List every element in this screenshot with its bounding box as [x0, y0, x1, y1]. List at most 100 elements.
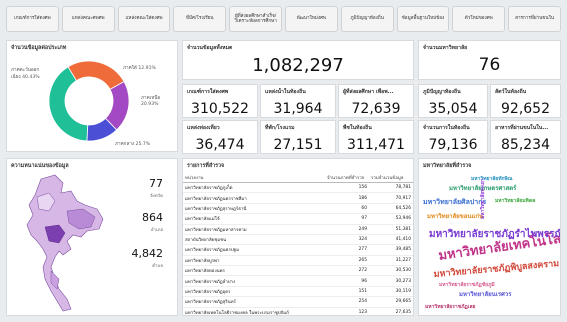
kpi-label-10: อาหารที่ผ่านขนในใน...	[495, 125, 549, 131]
table-header-row: หน่วยงาน จำนวนภาคที่สำรวจ รวมจำนวนข้อมูล	[183, 173, 413, 183]
word-cloud-word[interactable]: มหาวิทยาลัยศิลปากร	[423, 197, 486, 208]
table-row[interactable]: มหาวิทยาลัยเทคโนโลยีราชมงคล ในพระบรมราชู…	[183, 307, 413, 315]
cell-total: 30,119	[369, 286, 413, 298]
cell-total: 29,665	[369, 296, 413, 308]
kpi-card-9: จำนวนการในท้องถิ่น 79,136	[418, 120, 488, 154]
university-count-label: จำนวนมหาวิทยาลัย	[423, 45, 468, 51]
kpi-label-5: สัตว์ในท้องถิ่น	[495, 89, 527, 95]
tab-5[interactable]: ผู้ที่ส่งผลศึกษาสำเร็จ/วิเคราะห์ผลการศึก…	[229, 6, 282, 32]
kpi-label-8: พืชในท้องถิ่น	[343, 125, 372, 131]
cell-total: 27,635	[369, 307, 413, 315]
table-row[interactable]: มหาวิทยาลัยราชภัฏอุดร 151 30,119	[183, 286, 413, 298]
kpi-label-1: เกณฑ์การใส่ตงศพ	[187, 89, 229, 95]
word-cloud-word[interactable]: มหาวิทยาลัยนเรศวร	[459, 289, 511, 299]
word-cloud-word[interactable]: มหาวิทยาลัยทักษิณ	[471, 175, 513, 183]
cell-total: 70,917	[369, 192, 413, 204]
cell-org: มหาวิทยาลัยราชภัฏมหาสารคาม	[183, 224, 325, 235]
total-card: จำนวนข้อมูลทั้งหมด 1,082,297	[182, 40, 414, 80]
district-label: อำเภอ	[150, 228, 163, 233]
word-cloud-word[interactable]: มหาวิทยาลัยพะเยา	[479, 178, 487, 219]
kpi-card-8: พืชในท้องถิ่น 311,471	[338, 120, 414, 154]
map-card: ความหนาแน่นของข้อมูล 77 จังหวัด 864 อำเภ…	[6, 158, 178, 316]
table-row[interactable]: มหาวิทยาลัยราชภัฏนครปฐม 277 39,485	[183, 244, 413, 256]
tab-2[interactable]: แหล่งคณะศพศพ	[61, 6, 115, 32]
cell-org: มหาวิทยาลัยราชภัฏสุรินทร์	[183, 296, 325, 308]
table-row[interactable]: มหาวิทยาลัยราชภัฏลำปาง 96 30,273	[183, 275, 413, 287]
col-header-areas[interactable]: จำนวนภาคที่สำรวจ	[325, 173, 369, 183]
district-count: 864	[142, 211, 163, 224]
tab-3[interactable]: แหล่งคณะใส่ตงศพ	[117, 6, 171, 32]
survey-table-title: รายการที่สำรวจ	[187, 163, 225, 169]
tab-4[interactable]: ที่มีศ/โรงเรียน	[173, 6, 227, 32]
donut-label-ne: ภาคตะวันออกเฉียง 40.43%	[11, 68, 40, 80]
cell-total: 30,273	[369, 275, 413, 287]
word-cloud-word[interactable]: มหาวิทยาลัยราชภัฏชัยภูมิ	[439, 281, 495, 289]
donut-label-central: ภาคกลาง 25.7%	[115, 142, 151, 147]
cell-total: 30,530	[369, 265, 413, 277]
col-header-org[interactable]: หน่วยงาน	[183, 173, 325, 183]
survey-table: หน่วยงาน จำนวนภาคที่สำรวจ รวมจำนวนข้อมูล…	[183, 173, 413, 315]
cell-areas: 96	[325, 275, 369, 287]
kpi-value-10: 85,234	[501, 137, 550, 153]
university-count-value: 76	[478, 55, 501, 75]
cell-areas: 277	[325, 244, 369, 256]
tab-bar: เกณฑ์การใส่ตงศพ แหล่งคณะศพศพ แหล่งคณะใส่…	[6, 6, 561, 32]
cell-areas: 156	[325, 182, 369, 194]
province-label: จังหวัด	[150, 194, 163, 199]
table-row[interactable]: มหาวิทยาลัยราชภัฏนครราชสีมา 186 70,917	[183, 192, 413, 204]
donut-card: จำนวนข้อมูลต่อประเภท ภาคตะวันออกเฉียง 40…	[6, 40, 178, 152]
cell-org: มหาวิทยาลัยราชภัฏสุราษฎร์ธานี	[183, 203, 325, 215]
donut-label-north: ภาคเหนือ 20.93%	[141, 96, 161, 107]
kpi-value-6: 36,474	[195, 137, 245, 153]
cell-org: มหาวิทยาลัยราชภัฏอุดร	[183, 286, 325, 298]
cell-areas: 186	[325, 192, 369, 204]
word-cloud-word[interactable]: มหาวิทยาลัยราชภัฏรำไพพรรณี	[429, 227, 560, 242]
kpi-value-7: 27,151	[273, 137, 323, 153]
word-cloud-word[interactable]: มหาวิทยาลัยขอนแก่น	[427, 211, 483, 221]
cell-total: 78,781	[369, 182, 413, 194]
cell-areas: 60	[325, 203, 369, 215]
cell-total: 53,946	[369, 213, 413, 225]
table-row[interactable]: มหาวิทยาลัยทองนคร 272 30,530	[183, 265, 413, 277]
cell-areas: 272	[325, 265, 369, 277]
donut-slice[interactable]	[67, 60, 125, 90]
cell-areas: 254	[325, 296, 369, 308]
table-row[interactable]: มหาวิทยาลัยบูรพา 265 31,227	[183, 255, 413, 267]
kpi-card-5: สัตว์ในท้องถิ่น 92,652	[490, 84, 561, 118]
col-header-total[interactable]: รวมจำนวนข้อมูล	[369, 173, 413, 183]
cell-total: 51,381	[369, 224, 413, 235]
kpi-card-7: ที่พัก/โรงแรม 27,151	[260, 120, 336, 154]
tab-7[interactable]: ภูมิปัญญาท้องถิ่น	[340, 6, 394, 32]
cell-org: มหาวิทยาลัยราชภัฏนครปฐม	[183, 244, 325, 256]
kpi-card-2: แหล่งน้ำในท้องถิ่น 31,964	[260, 84, 336, 118]
donut-title: จำนวนข้อมูลต่อประเภท	[11, 45, 67, 51]
tab-10[interactable]: สารการที่ผ่านขนใน	[508, 6, 561, 32]
donut-label-south: ภาคใต้ 12.91%	[123, 66, 156, 71]
cell-total: 41,410	[369, 234, 413, 246]
table-row[interactable]: มหาวิทยาลัยราชภัฏสุรินทร์ 254 29,665	[183, 296, 413, 308]
cell-org: มหาวิทยาลัยบูรพา	[183, 255, 325, 267]
table-row[interactable]: มหาวิทยาลัยราชภัฏสุราษฎร์ธานี 60 64,526	[183, 203, 413, 215]
table-row[interactable]: มหาวิทยาลัยราชภัฏมหาสารคาม 249 51,381	[183, 224, 413, 235]
table-row[interactable]: สถาบันวิทยาลัยชุมชน 324 41,410	[183, 234, 413, 246]
kpi-card-1: เกณฑ์การใส่ตงศพ 310,522	[182, 84, 258, 118]
kpi-value-2: 31,964	[273, 101, 323, 117]
tab-6[interactable]: พัฒนาใหม่งศพ	[284, 6, 338, 32]
kpi-value-3: 72,639	[351, 101, 401, 117]
table-row[interactable]: มหาวิทยาลัยแม่โจ้ 97 53,946	[183, 213, 413, 225]
kpi-value-1: 310,522	[191, 101, 249, 117]
word-cloud-word[interactable]: มหาวิทยาลัยมหิดล	[495, 197, 535, 205]
word-cloud[interactable]: มหาวิทยาลัยเทคโนโลยีสุรนารี มหาวิทยาลัยรา…	[419, 171, 560, 315]
thailand-map[interactable]	[11, 171, 121, 316]
tab-8[interactable]: ข้อมูลพื้นฐานใหม่ข้อง	[396, 6, 450, 32]
cell-areas: 97	[325, 213, 369, 225]
tab-9[interactable]: ตัวใหม่ของศพ	[452, 6, 506, 32]
cell-total: 64,526	[369, 203, 413, 215]
tab-1[interactable]: เกณฑ์การใส่ตงศพ	[6, 6, 59, 32]
kpi-card-4: ภูมิปัญญาท้องถิ่น 35,054	[418, 84, 488, 118]
cell-areas: 123	[325, 307, 369, 315]
province-count: 77	[149, 177, 163, 190]
cell-org: มหาวิทยาลัยแม่โจ้	[183, 213, 325, 225]
word-cloud-word[interactable]: มหาวิทยาลัยราชภัฏเลย	[425, 303, 475, 311]
table-row[interactable]: มหาวิทยาลัยราชภัฏภูเก็ต 156 78,781	[183, 182, 413, 194]
